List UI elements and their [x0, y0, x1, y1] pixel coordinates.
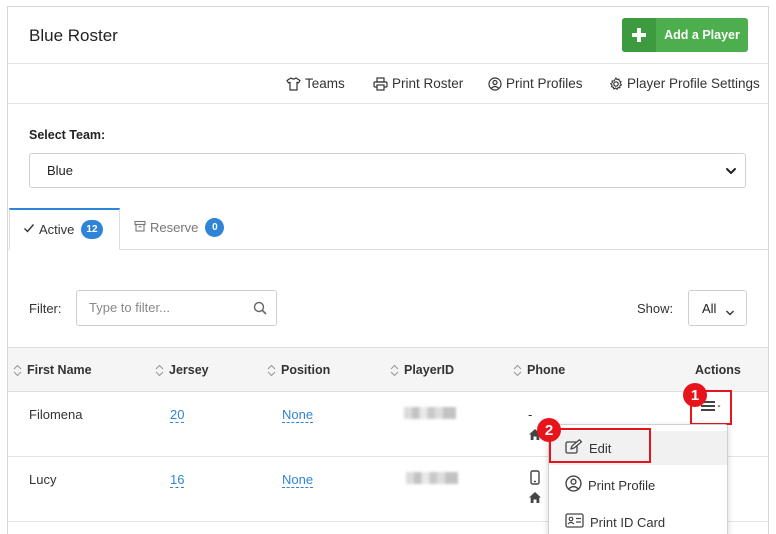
tshirt-icon	[286, 76, 301, 91]
tab-active[interactable]: Active 12	[9, 208, 120, 250]
column-phone[interactable]: Phone	[513, 363, 565, 377]
player-id-redacted	[406, 472, 458, 484]
sort-icon	[267, 364, 276, 376]
mobile-phone-icon	[530, 470, 540, 488]
table-header: First Name Jersey Position PlayerID Phon…	[8, 347, 768, 392]
filter-input[interactable]	[89, 300, 249, 315]
sort-icon	[513, 364, 522, 376]
column-actions: Actions	[695, 363, 741, 377]
filter-field[interactable]	[76, 290, 277, 326]
gear-icon	[609, 76, 623, 91]
player-profile-settings-label: Player Profile Settings	[627, 76, 760, 91]
player-profile-settings-link[interactable]: Player Profile Settings	[609, 76, 760, 91]
add-player-label: Add a Player	[664, 28, 740, 42]
archive-icon	[134, 220, 146, 235]
menu-item-label: Print ID Card	[590, 514, 666, 530]
column-player-id[interactable]: PlayerID	[390, 363, 454, 377]
tabs-divider	[8, 249, 768, 250]
print-profiles-label: Print Profiles	[506, 76, 583, 91]
sort-icon	[155, 364, 164, 376]
user-circle-icon	[565, 475, 582, 495]
print-roster-link[interactable]: Print Roster	[373, 76, 463, 91]
show-select[interactable]: All	[688, 290, 747, 326]
chevron-down-icon	[725, 165, 737, 180]
step-1-marker: 1	[683, 383, 707, 407]
chevron-down-icon	[725, 305, 735, 320]
team-select[interactable]: Blue	[29, 153, 746, 188]
page-title: Blue Roster	[29, 26, 118, 45]
column-label: Actions	[695, 363, 741, 377]
jersey-link[interactable]: 16	[170, 472, 185, 488]
menu-item-print-profile[interactable]: Print Profile	[549, 468, 727, 502]
show-select-value: All	[702, 300, 717, 316]
tab-reserve[interactable]: Reserve 0	[134, 218, 225, 237]
add-player-button[interactable]: Add a Player	[622, 18, 748, 52]
filter-label: Filter:	[29, 301, 62, 316]
show-label: Show:	[637, 301, 674, 316]
user-circle-icon	[488, 76, 502, 91]
column-label: PlayerID	[404, 363, 455, 377]
step-2-marker: 2	[537, 418, 561, 442]
position-link[interactable]: None	[282, 472, 314, 488]
player-id-redacted	[404, 407, 456, 419]
column-label: First Name	[27, 363, 92, 377]
phone-cell: -	[528, 407, 533, 422]
home-icon	[528, 491, 542, 507]
edit-highlight-box	[549, 428, 651, 463]
menu-item-label: Print Profile	[588, 477, 656, 493]
search-icon	[253, 301, 267, 318]
sort-icon	[390, 364, 399, 376]
column-label: Position	[281, 363, 331, 377]
select-team-label: Select Team:	[29, 128, 106, 142]
print-roster-label: Print Roster	[392, 76, 464, 91]
tab-reserve-label: Reserve	[150, 220, 199, 235]
check-icon	[23, 222, 35, 237]
jersey-link[interactable]: 20	[170, 407, 185, 423]
plus-icon	[622, 18, 656, 52]
column-label: Phone	[527, 363, 566, 377]
team-select-value: Blue	[47, 163, 74, 178]
id-card-icon	[565, 513, 584, 531]
position-link[interactable]: None	[282, 407, 314, 423]
teams-link[interactable]: Teams	[286, 76, 345, 91]
column-label: Jersey	[169, 363, 209, 377]
reserve-count-badge: 0	[205, 218, 225, 237]
teams-label: Teams	[305, 76, 345, 91]
menu-item-print-id-card[interactable]: Print ID Card	[549, 505, 727, 534]
tab-active-label: Active	[39, 222, 75, 237]
first-name-cell: Lucy	[29, 472, 57, 487]
active-count-badge: 12	[81, 220, 103, 239]
panel-header: Blue Roster Add a Player	[8, 7, 768, 64]
toolbar: Teams Print Roster Print Profiles Player…	[8, 64, 768, 104]
printer-icon	[373, 76, 388, 91]
column-first-name[interactable]: First Name	[13, 363, 92, 377]
print-profiles-link[interactable]: Print Profiles	[488, 76, 583, 91]
first-name-cell: Filomena	[29, 407, 83, 422]
sort-icon	[13, 364, 22, 376]
column-jersey[interactable]: Jersey	[155, 363, 209, 377]
column-position[interactable]: Position	[267, 363, 330, 377]
